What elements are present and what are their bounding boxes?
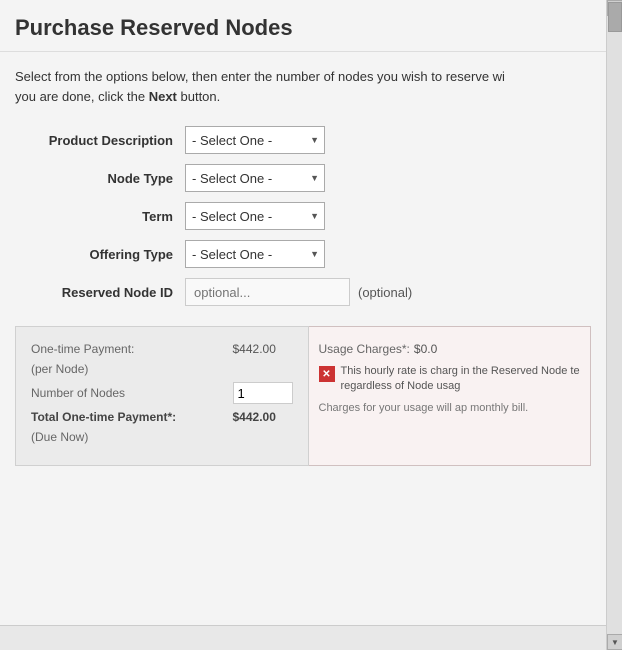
number-of-nodes-label: Number of Nodes — [31, 386, 125, 400]
node-type-row: Node Type - Select One - — [15, 164, 591, 192]
instructions: Select from the options below, then ente… — [15, 67, 591, 106]
one-time-payment-row: One-time Payment: $442.00 — [31, 342, 293, 356]
node-type-select-wrapper: - Select One - — [185, 164, 325, 192]
instructions-next-bold: Next — [149, 89, 177, 104]
page-wrapper: ▲ ▼ Purchase Reserved Nodes Select from … — [0, 0, 622, 650]
usage-charges-label: Usage Charges*: — [319, 342, 410, 356]
offering-type-label: Offering Type — [15, 247, 185, 262]
usage-warning-text: This hourly rate is charg in the Reserve… — [341, 364, 581, 395]
product-description-select[interactable]: - Select One - — [185, 126, 325, 154]
form-section: Product Description - Select One - Node … — [15, 126, 591, 306]
bottom-panels: One-time Payment: $442.00 (per Node) Num… — [15, 326, 591, 466]
page-title: Purchase Reserved Nodes — [15, 15, 591, 41]
due-now-label: (Due Now) — [31, 430, 88, 444]
instructions-text3: button. — [177, 89, 220, 104]
product-description-select-wrapper: - Select One - — [185, 126, 325, 154]
term-select-wrapper: - Select One - — [185, 202, 325, 230]
warning-row: ✕ This hourly rate is charg in the Reser… — [319, 364, 581, 395]
product-description-row: Product Description - Select One - — [15, 126, 591, 154]
offering-type-select-wrapper: - Select One - — [185, 240, 325, 268]
number-of-nodes-input[interactable] — [233, 382, 293, 404]
one-time-payment-value: $442.00 — [233, 342, 293, 356]
page-header: Purchase Reserved Nodes — [0, 0, 606, 52]
usage-charges-value: $0.0 — [414, 342, 437, 356]
node-type-label: Node Type — [15, 171, 185, 186]
one-time-payment-label: One-time Payment: — [31, 342, 134, 356]
offering-type-row: Offering Type - Select One - — [15, 240, 591, 268]
scrollbar-thumb[interactable] — [608, 2, 622, 32]
reserved-node-id-row: Reserved Node ID (optional) — [15, 278, 591, 306]
warning-icon: ✕ — [319, 366, 335, 382]
number-of-nodes-row: Number of Nodes — [31, 382, 293, 404]
total-payment-row: Total One-time Payment*: $442.00 — [31, 410, 293, 424]
instructions-text2: you are done, click the — [15, 89, 149, 104]
term-select[interactable]: - Select One - — [185, 202, 325, 230]
optional-label: (optional) — [358, 285, 412, 300]
usage-header: Usage Charges*: $0.0 — [319, 342, 581, 356]
usage-small-text: Charges for your usage will ap monthly b… — [319, 401, 581, 416]
per-node-row: (per Node) — [31, 362, 293, 376]
panel-left: One-time Payment: $442.00 (per Node) Num… — [15, 326, 309, 466]
reserved-node-id-input[interactable] — [185, 278, 350, 306]
term-label: Term — [15, 209, 185, 224]
total-payment-label: Total One-time Payment*: — [31, 410, 176, 424]
instructions-text1: Select from the options below, then ente… — [15, 69, 505, 84]
scrollbar-arrow-down[interactable]: ▼ — [607, 634, 622, 650]
per-node-label: (per Node) — [31, 362, 88, 376]
total-payment-value: $442.00 — [233, 410, 293, 424]
main-content: Purchase Reserved Nodes Select from the … — [0, 0, 606, 650]
node-type-select[interactable]: - Select One - — [185, 164, 325, 192]
offering-type-select[interactable]: - Select One - — [185, 240, 325, 268]
term-row: Term - Select One - — [15, 202, 591, 230]
bottom-strip — [0, 625, 606, 650]
reserved-node-id-label: Reserved Node ID — [15, 285, 185, 300]
product-description-label: Product Description — [15, 133, 185, 148]
due-now-row: (Due Now) — [31, 430, 293, 444]
scrollbar[interactable]: ▲ ▼ — [606, 0, 622, 650]
page-body: Select from the options below, then ente… — [0, 52, 606, 481]
panel-right: Usage Charges*: $0.0 ✕ This hourly rate … — [309, 326, 592, 466]
